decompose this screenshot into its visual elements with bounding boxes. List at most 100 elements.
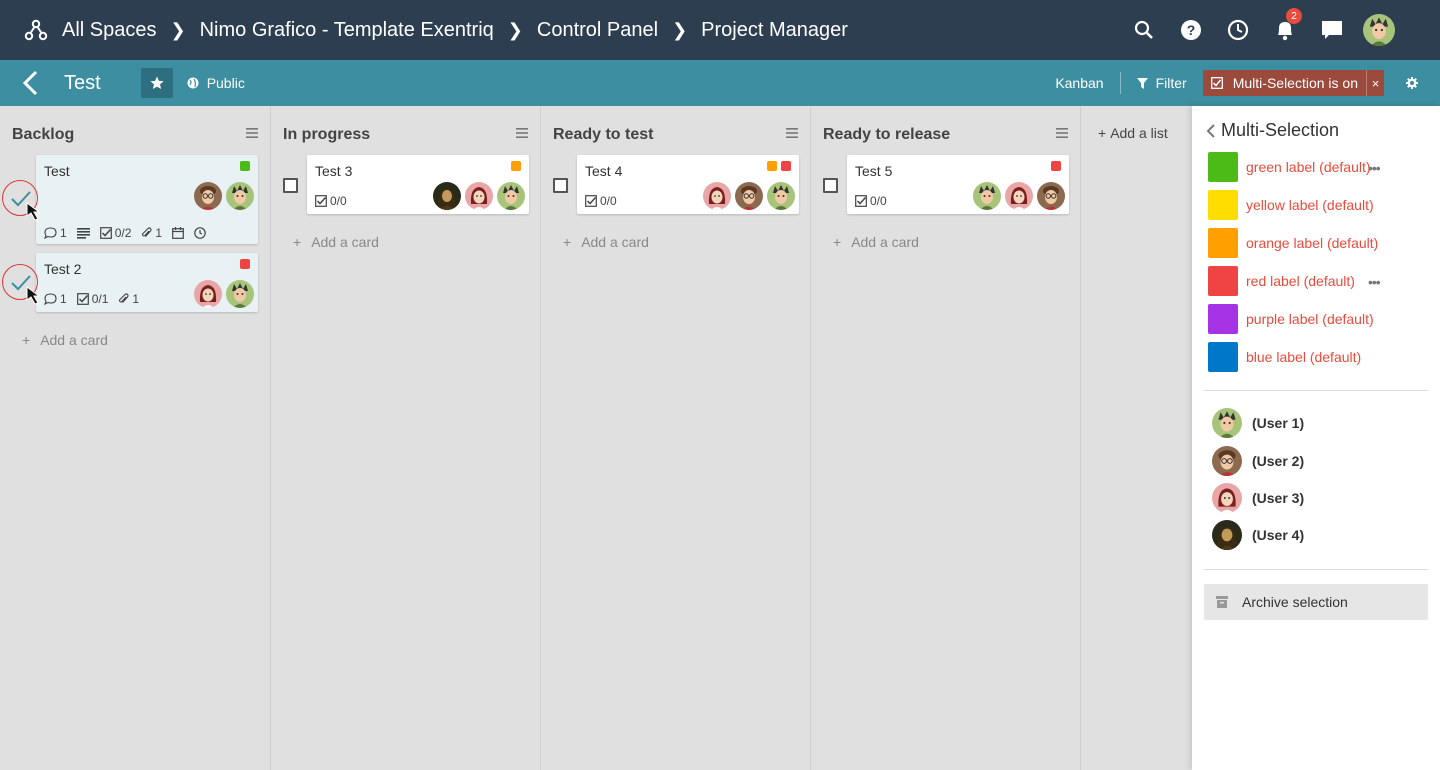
card-test-2[interactable]: Test 2 1 0/1 1 [36,253,258,312]
avatar[interactable] [465,182,493,210]
label-swatch [1208,304,1238,334]
more-icon[interactable]: ••• [1368,274,1381,290]
filter-icon [1136,77,1148,89]
breadcrumb-all-spaces[interactable]: All Spaces [62,19,157,42]
card-badges: 0/0 [585,194,623,208]
attachments-count: 1 [155,226,163,240]
avatar[interactable] [497,182,525,210]
archive-selection-button[interactable]: Archive selection [1204,584,1428,620]
breadcrumb-space[interactable]: Nimo Grafico - Template Exentriq [200,19,494,42]
cursor-pointer-icon [26,202,41,221]
panel-header[interactable]: Multi-Selection [1206,120,1339,141]
chat-button[interactable] [1308,0,1355,60]
list-in-progress: In progress Test 3 0/0 + Add a card [271,106,541,770]
red-label [781,161,791,171]
list-backlog: Backlog Test 1 0/2 1 Test 2 1 0/1 1 + Ad… [0,106,271,770]
filter-label: Filter [1155,75,1187,91]
avatar[interactable] [194,182,222,210]
more-icon[interactable]: ••• [1368,160,1381,176]
view-kanban-button[interactable]: Kanban [1055,75,1115,91]
card-title: Test 5 [855,163,893,179]
add-card-button[interactable]: + Add a card [833,234,919,250]
avatar[interactable] [703,182,731,210]
history-button[interactable] [1214,0,1261,60]
user-name: (User 2) [1252,453,1305,469]
checklist-count: 0/1 [91,292,109,306]
label-purple[interactable]: purple label (default) [1208,304,1374,334]
user-2[interactable]: (User 2) [1212,446,1304,476]
card-title: Test [44,163,70,179]
avatar[interactable] [1037,182,1065,210]
card-select-checkbox[interactable] [283,178,298,193]
clock-icon [1227,19,1248,41]
avatar[interactable] [735,182,763,210]
green-label [240,161,250,171]
user-4[interactable]: (User 4) [1212,520,1304,550]
filter-button[interactable]: Filter [1121,75,1203,91]
list-title: Ready to test [553,126,654,143]
star-board-button[interactable] [140,68,173,98]
checklist-count: 0/0 [330,194,347,208]
list-menu-icon[interactable] [246,128,258,138]
divider [1204,569,1428,570]
board-settings-button[interactable] [1384,77,1440,89]
label-yellow[interactable]: yellow label (default) [1208,190,1374,220]
card-members [703,182,795,210]
user-1[interactable]: (User 1) [1212,408,1304,438]
card-test-5[interactable]: Test 5 0/0 [847,155,1069,214]
card-test-3[interactable]: Test 3 0/0 [307,155,529,214]
label-green[interactable]: green label (default) [1208,152,1371,182]
archive-label: Archive selection [1242,594,1348,610]
avatar[interactable] [226,182,254,210]
add-list-button[interactable]: + Add a list [1098,125,1168,141]
paperclip-icon [142,227,152,237]
add-card-button[interactable]: + Add a card [22,332,108,348]
avatar[interactable] [1005,182,1033,210]
visibility-button[interactable]: Public [187,75,245,91]
visibility-label: Public [206,75,245,91]
label-name: green label (default) [1246,159,1371,175]
breadcrumb-control-panel[interactable]: Control Panel [537,19,658,42]
list-menu-icon[interactable] [516,128,528,138]
avatar[interactable] [767,182,795,210]
add-card-button[interactable]: + Add a card [563,234,649,250]
user-3[interactable]: (User 3) [1212,483,1304,513]
label-swatch [1208,342,1238,372]
avatar[interactable] [194,280,222,308]
close-multi-selection-button[interactable]: × [1366,70,1384,96]
list-menu-icon[interactable] [1056,128,1068,138]
list-menu-icon[interactable] [786,128,798,138]
label-swatch [1208,228,1238,258]
red-label [240,259,250,269]
avatar[interactable] [433,182,461,210]
breadcrumb-chevron-icon: ❯ [672,19,688,40]
help-button[interactable]: ? [1167,0,1214,60]
avatar[interactable] [973,182,1001,210]
search-button[interactable] [1120,0,1167,60]
red-label [1051,161,1061,171]
list-title: Ready to release [823,126,951,143]
card-test[interactable]: Test 1 0/2 1 [36,155,258,244]
breadcrumb-chevron-icon: ❯ [507,19,523,40]
avatar [1212,408,1242,438]
add-card-button[interactable]: + Add a card [293,234,379,250]
back-button[interactable] [22,69,44,97]
card-select-checkbox[interactable] [553,178,568,193]
label-red[interactable]: red label (default) [1208,266,1355,296]
breadcrumb-project-manager[interactable]: Project Manager [701,19,848,42]
avatar[interactable] [226,280,254,308]
plus-icon: + [22,332,31,348]
checklist-count: 0/0 [870,194,887,208]
calendar-icon [172,227,184,239]
spaces-logo-icon[interactable] [24,18,48,42]
card-select-checkbox[interactable] [823,178,838,193]
label-blue[interactable]: blue label (default) [1208,342,1361,372]
user-avatar-button[interactable] [1355,0,1402,60]
notifications-button[interactable]: 2 [1261,0,1308,60]
checklist-icon [99,227,112,239]
label-orange[interactable]: orange label (default) [1208,228,1378,258]
card-members [973,182,1065,210]
card-test-4[interactable]: Test 4 0/0 [577,155,799,214]
search-icon [1134,20,1153,39]
multi-selection-indicator[interactable]: Multi-Selection is on [1202,70,1366,96]
